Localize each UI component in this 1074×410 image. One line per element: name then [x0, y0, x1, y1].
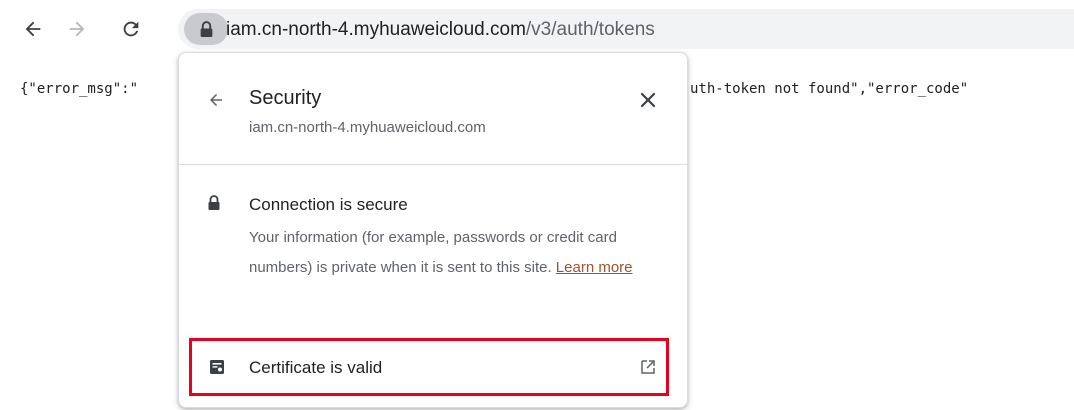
- certificate-icon: [210, 360, 224, 374]
- url-host: iam.cn-north-4.myhuaweicloud.com: [226, 19, 526, 40]
- arrow-right-icon: [69, 21, 85, 37]
- back-button[interactable]: [18, 14, 48, 44]
- connection-description: Your information (for example, passwords…: [249, 223, 649, 283]
- lock-icon: [200, 20, 212, 37]
- json-response-start: {"error_msg":": [20, 81, 139, 97]
- certificate-row[interactable]: Certificate is valid: [189, 338, 669, 396]
- forward-button[interactable]: [62, 14, 92, 44]
- reload-icon: [123, 21, 139, 37]
- browser-toolbar: iam.cn-north-4.myhuaweicloud.com/v3/auth…: [0, 0, 1074, 58]
- connection-status: Connection is secure: [249, 195, 408, 214]
- popup-close-button[interactable]: [635, 87, 661, 113]
- arrow-left-icon: [25, 21, 41, 37]
- external-link-icon: [641, 360, 655, 374]
- site-info-button[interactable]: [184, 13, 228, 45]
- popup-title: Security: [249, 87, 322, 109]
- learn-more-link[interactable]: Learn more: [556, 259, 633, 276]
- lock-icon: [208, 195, 220, 210]
- url-path: /v3/auth/tokens: [525, 19, 655, 40]
- arrow-left-icon: [210, 94, 222, 106]
- close-icon: [640, 92, 656, 108]
- popup-divider: [179, 164, 687, 165]
- json-response-end: uth-token not found","error_code": [690, 81, 969, 97]
- popup-site-host: iam.cn-north-4.myhuaweicloud.com: [249, 119, 486, 136]
- certificate-label: Certificate is valid: [249, 358, 383, 377]
- popup-back-button[interactable]: [205, 89, 227, 111]
- address-bar[interactable]: iam.cn-north-4.myhuaweicloud.com/v3/auth…: [178, 9, 1074, 49]
- url-text[interactable]: iam.cn-north-4.myhuaweicloud.com/v3/auth…: [226, 19, 655, 41]
- reload-button[interactable]: [116, 14, 146, 44]
- security-popup: Security iam.cn-north-4.myhuaweicloud.co…: [178, 52, 688, 408]
